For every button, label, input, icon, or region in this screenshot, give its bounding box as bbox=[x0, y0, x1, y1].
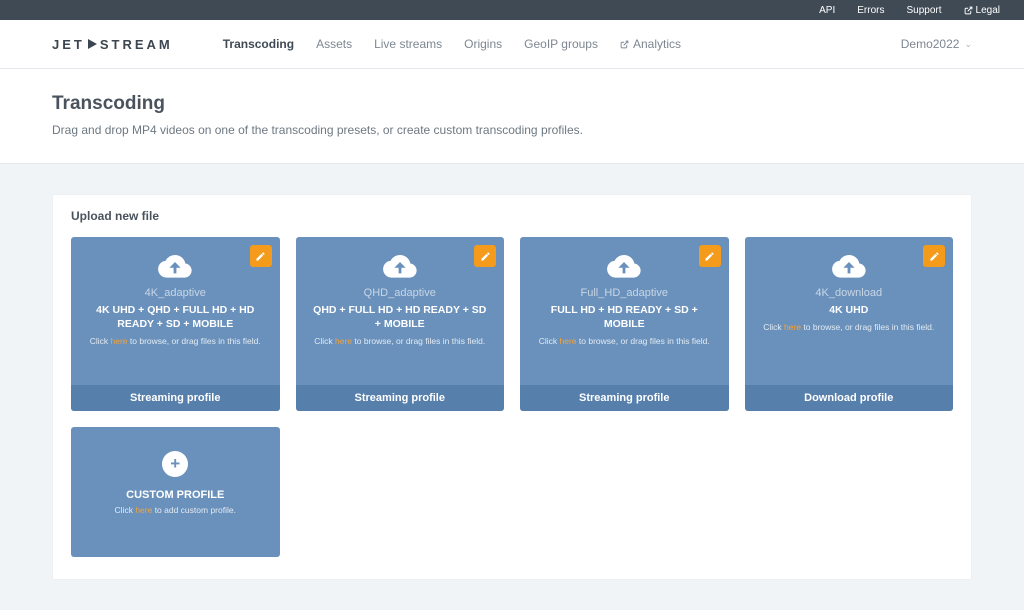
nav-geoip-groups[interactable]: GeoIP groups bbox=[524, 37, 598, 51]
edit-preset-button[interactable] bbox=[250, 245, 272, 267]
preset-grid: 4K_adaptive 4K UHD + QHD + FULL HD + HD … bbox=[71, 237, 953, 557]
logo-arrow-icon bbox=[88, 39, 97, 49]
nav-assets[interactable]: Assets bbox=[316, 37, 352, 51]
pencil-icon bbox=[929, 251, 940, 262]
preset-hint: Click here to browse, or drag files in t… bbox=[314, 336, 485, 346]
preset-resolutions: 4K UHD + QHD + FULL HD + HD READY + SD +… bbox=[81, 303, 270, 331]
cloud-upload-icon bbox=[832, 255, 866, 279]
account-name: Demo2022 bbox=[901, 37, 960, 51]
edit-preset-button[interactable] bbox=[699, 245, 721, 267]
preset-name: QHD_adaptive bbox=[364, 287, 436, 299]
logo-left: JET bbox=[52, 37, 85, 52]
nav-live-streams[interactable]: Live streams bbox=[374, 37, 442, 51]
pencil-icon bbox=[255, 251, 266, 262]
external-link-icon bbox=[620, 40, 629, 49]
edit-preset-button[interactable] bbox=[923, 245, 945, 267]
panel-title: Upload new file bbox=[71, 209, 953, 223]
preset-card-qhd-adaptive[interactable]: QHD_adaptive QHD + FULL HD + HD READY + … bbox=[296, 237, 505, 411]
preset-hint: Click here to browse, or drag files in t… bbox=[90, 336, 261, 346]
cloud-upload-icon bbox=[383, 255, 417, 279]
nav-origins[interactable]: Origins bbox=[464, 37, 502, 51]
utility-topbar: API Errors Support Legal bbox=[0, 0, 1024, 20]
account-dropdown[interactable]: Demo2022 ⌄ bbox=[901, 37, 972, 51]
preset-hint: Click here to browse, or drag files in t… bbox=[539, 336, 710, 346]
edit-preset-button[interactable] bbox=[474, 245, 496, 267]
chevron-down-icon: ⌄ bbox=[964, 39, 972, 50]
preset-footer: Download profile bbox=[745, 385, 954, 411]
plus-circle-icon: + bbox=[162, 451, 188, 477]
logo[interactable]: JET STREAM bbox=[52, 37, 173, 52]
preset-card-4k-adaptive[interactable]: 4K_adaptive 4K UHD + QHD + FULL HD + HD … bbox=[71, 237, 280, 411]
topbar-legal-link[interactable]: Legal bbox=[964, 5, 1000, 16]
nav-links: Transcoding Assets Live streams Origins … bbox=[223, 37, 681, 51]
preset-resolutions: QHD + FULL HD + HD READY + SD + MOBILE bbox=[306, 303, 495, 331]
nav-analytics[interactable]: Analytics bbox=[620, 37, 681, 51]
preset-card-full-hd-adaptive[interactable]: Full_HD_adaptive FULL HD + HD READY + SD… bbox=[520, 237, 729, 411]
custom-profile-card[interactable]: + CUSTOM PROFILE Click here to add custo… bbox=[71, 427, 280, 557]
page-header: Transcoding Drag and drop MP4 videos on … bbox=[0, 69, 1024, 164]
cloud-upload-icon bbox=[158, 255, 192, 279]
pencil-icon bbox=[480, 251, 491, 262]
preset-resolutions: FULL HD + HD READY + SD + MOBILE bbox=[530, 303, 719, 331]
custom-profile-hint: Click here to add custom profile. bbox=[115, 505, 236, 515]
upload-panel: Upload new file 4K_adaptive 4K UHD + QHD… bbox=[52, 194, 972, 580]
topbar-errors-link[interactable]: Errors bbox=[857, 5, 884, 16]
topbar-support-link[interactable]: Support bbox=[907, 5, 942, 16]
page-subtitle: Drag and drop MP4 videos on one of the t… bbox=[52, 123, 972, 137]
preset-card-4k-download[interactable]: 4K_download 4K UHD Click here to browse,… bbox=[745, 237, 954, 411]
page-title: Transcoding bbox=[52, 93, 972, 115]
preset-resolutions: 4K UHD bbox=[825, 303, 872, 317]
preset-footer: Streaming profile bbox=[520, 385, 729, 411]
topbar-api-link[interactable]: API bbox=[819, 5, 835, 16]
logo-right: STREAM bbox=[100, 37, 173, 52]
cloud-upload-icon bbox=[607, 255, 641, 279]
preset-name: 4K_download bbox=[815, 287, 882, 299]
nav-transcoding[interactable]: Transcoding bbox=[223, 37, 294, 51]
pencil-icon bbox=[704, 251, 715, 262]
preset-footer: Streaming profile bbox=[71, 385, 280, 411]
preset-hint: Click here to browse, or drag files in t… bbox=[763, 322, 934, 332]
main-navbar: JET STREAM Transcoding Assets Live strea… bbox=[0, 20, 1024, 69]
preset-name: Full_HD_adaptive bbox=[581, 287, 668, 299]
custom-profile-title: CUSTOM PROFILE bbox=[126, 489, 224, 501]
preset-footer: Streaming profile bbox=[296, 385, 505, 411]
preset-name: 4K_adaptive bbox=[145, 287, 206, 299]
external-link-icon bbox=[964, 6, 973, 15]
